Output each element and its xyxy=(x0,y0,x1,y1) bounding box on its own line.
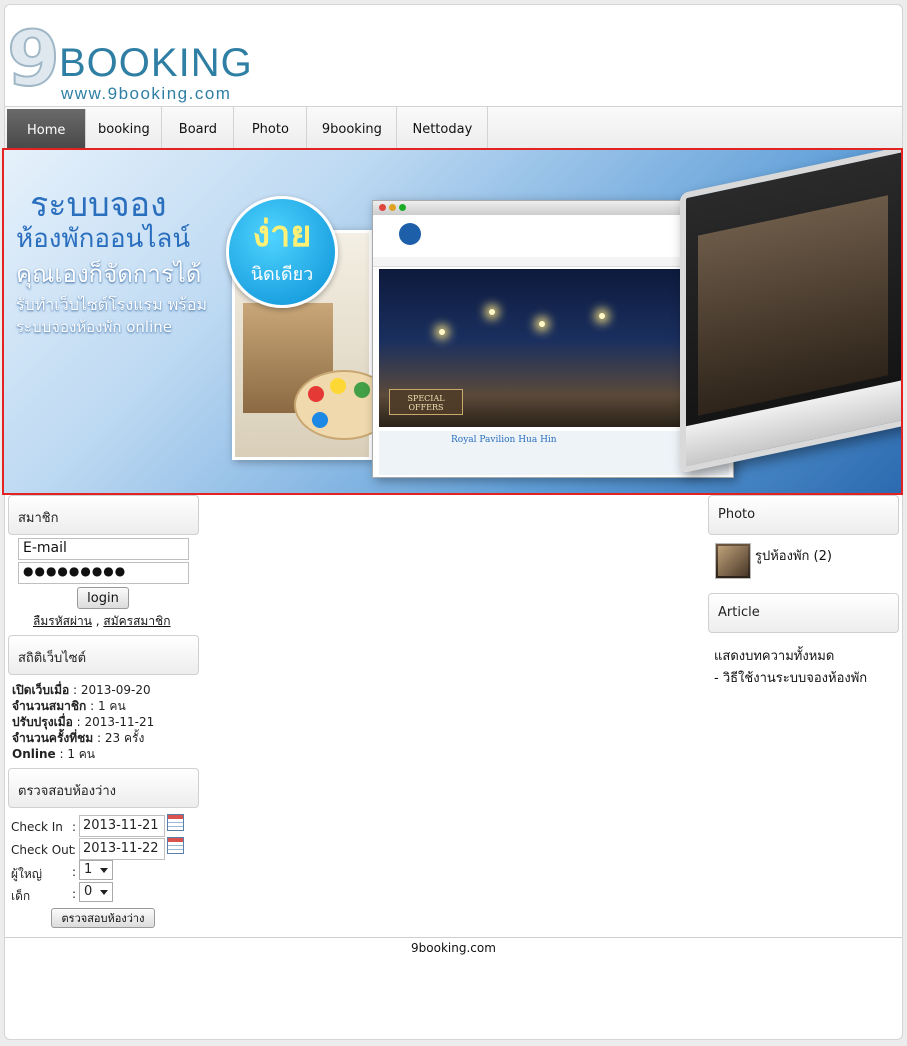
article-box-title: Article xyxy=(708,593,899,633)
royal-pavilion-logo-icon xyxy=(399,223,421,245)
stat-views: จำนวนครั้งที่ชม : 23 ครั้ง xyxy=(12,731,145,745)
checkout-calendar-icon[interactable] xyxy=(167,837,184,854)
adult-value: 1 xyxy=(84,862,93,877)
footer-text: 9booking.com xyxy=(411,941,496,955)
banner-line-2: ห้องพักออนไลน์ xyxy=(16,224,191,254)
check-availability-button[interactable]: ตรวจสอบห้องว่าง xyxy=(51,908,155,928)
banner-line-3: คุณเองก็จัดการได้ xyxy=(16,260,202,288)
article-link[interactable]: - วิธีใช้งานระบบจองห้องพัก xyxy=(714,667,867,688)
logo-url: www.9booking.com xyxy=(61,84,232,103)
chevron-down-icon xyxy=(100,868,108,873)
colon: : xyxy=(72,865,77,879)
checkin-label: Check In xyxy=(11,820,63,834)
colon: : xyxy=(72,843,77,857)
site-logo[interactable]: 9 BOOKING www.9booking.com xyxy=(6,20,307,107)
register-link[interactable]: สมัครสมาชิก xyxy=(103,614,170,628)
checkin-input[interactable]: 2013-11-21 xyxy=(79,815,165,837)
check-box-title: ตรวจสอบห้องว่าง xyxy=(8,768,199,808)
stat-opened: เปิดเว็บเมื่อ : 2013-09-20 xyxy=(12,683,151,697)
page: 9 BOOKING www.9booking.com Home booking … xyxy=(2,4,903,1040)
adult-select[interactable]: 1 xyxy=(79,860,113,880)
login-button[interactable]: login xyxy=(77,587,129,609)
site-name: Royal Pavilion Hua Hin xyxy=(451,435,557,445)
badge-text-1: ง่าย xyxy=(252,214,312,255)
nav-9booking[interactable]: 9booking xyxy=(307,107,398,151)
child-value: 0 xyxy=(84,884,93,899)
logo-word: BOOKING xyxy=(59,41,253,85)
nav-booking[interactable]: booking xyxy=(86,107,163,151)
main-nav: Home booking Board Photo 9booking Nettod… xyxy=(5,106,902,152)
badge-text-2: นิดเดียว xyxy=(250,264,314,285)
all-articles-link[interactable]: แสดงบทความทั้งหมด xyxy=(714,645,834,666)
nav-home[interactable]: Home xyxy=(7,109,87,151)
member-links: ลืมรหัสผ่าน , สมัครสมาชิก xyxy=(33,612,170,631)
child-label: เด็ก xyxy=(11,889,31,903)
hero-banner[interactable]: ระบบจอง ห้องพักออนไลน์ คุณเองก็จัดการได้… xyxy=(2,148,903,495)
photo-box-title: Photo xyxy=(708,495,899,535)
footer-divider xyxy=(5,937,902,938)
member-box-title: สมาชิก xyxy=(8,495,199,535)
email-field[interactable]: E-mail xyxy=(18,538,189,560)
album-thumbnail[interactable] xyxy=(715,543,751,579)
special-offers-label: SPECIAL OFFERS xyxy=(389,389,463,415)
colon: : xyxy=(72,887,77,901)
banner-line-1: ระบบจอง xyxy=(30,185,167,225)
banner-line-5: ระบบจองห้องพัก online xyxy=(16,318,172,336)
password-field[interactable]: ●●●●●●●●● xyxy=(18,562,189,584)
adult-label: ผู้ใหญ่ xyxy=(11,867,43,881)
banner-monitor-mockup xyxy=(680,150,901,474)
logo-nine: 9 xyxy=(6,14,61,103)
checkout-input[interactable]: 2013-11-22 xyxy=(79,838,165,860)
nav-board[interactable]: Board xyxy=(162,107,235,151)
nav-photo[interactable]: Photo xyxy=(234,107,308,151)
chevron-down-icon xyxy=(100,890,108,895)
banner-line-4: รับทำเว็บไซต์โรงแรม พร้อม xyxy=(16,295,208,314)
checkin-calendar-icon[interactable] xyxy=(167,814,184,831)
stat-updated: ปรับปรุงเมื่อ : 2013-11-21 xyxy=(12,715,155,729)
stat-members: จำนวนสมาชิก : 1 คน xyxy=(12,699,126,713)
stats-box-title: สถิติเว็บไซต์ xyxy=(8,635,199,675)
checkout-label: Check Out xyxy=(11,843,74,857)
child-select[interactable]: 0 xyxy=(79,882,113,902)
banner-badge: ง่าย นิดเดียว xyxy=(226,196,338,308)
forgot-password-link[interactable]: ลืมรหัสผ่าน xyxy=(33,614,92,628)
colon: : xyxy=(72,820,77,834)
nav-nettoday[interactable]: Nettoday xyxy=(397,107,489,151)
album-link[interactable]: รูปห้องพัก (2) xyxy=(755,545,832,566)
stat-online: Online : 1 คน xyxy=(12,747,96,761)
links-separator: , xyxy=(91,614,104,628)
